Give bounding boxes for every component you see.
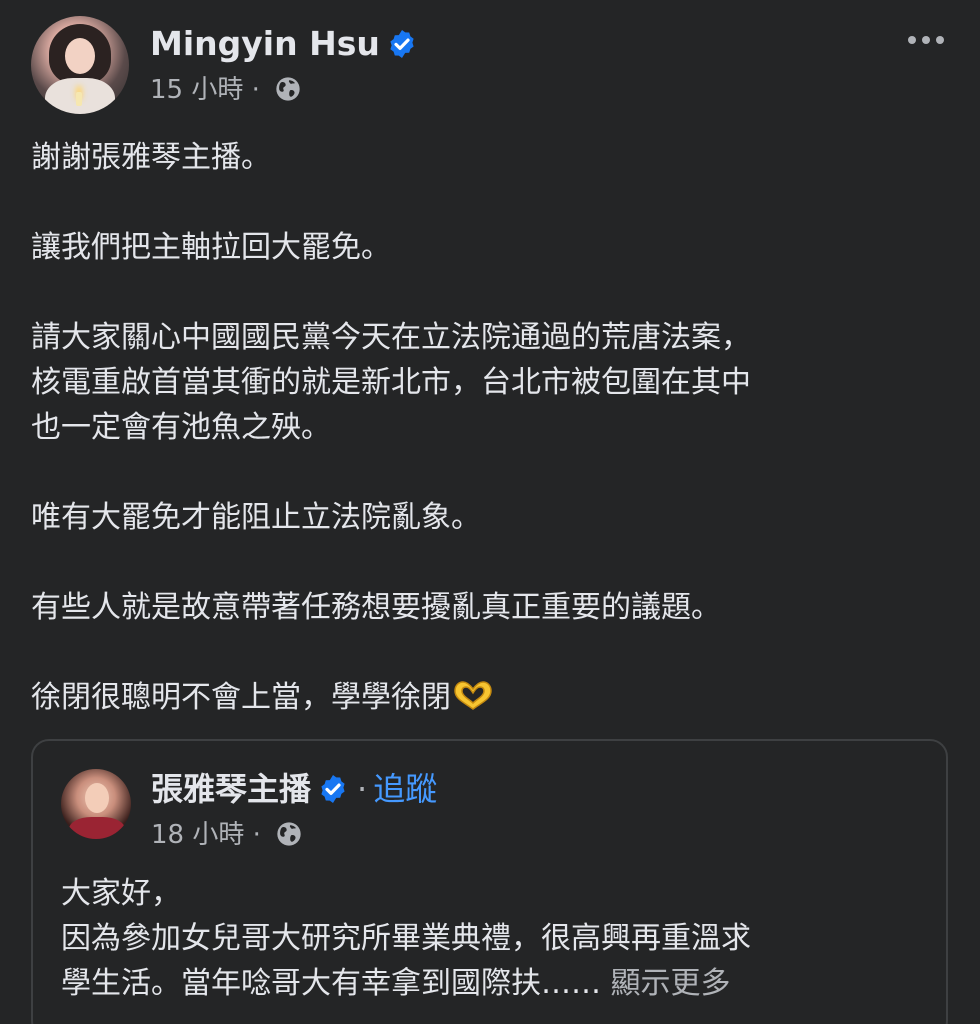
shared-author-row: 張雅琴主播 · 追蹤 [151,769,437,809]
post-paragraph: 謝謝張雅琴主播。 [31,140,271,175]
post-paragraph-text: 徐閉很聰明不會上當，學學徐閉 [31,680,451,715]
post-meta: 15 小時 · [150,72,302,108]
post-paragraph: 有些人就是故意帶著任務想要擾亂真正重要的議題。 [31,590,721,625]
post-body: 謝謝張雅琴主播。 讓我們把主軸拉回大罷免。 請大家關心中國國民黨今天在立法院通過… [31,135,951,720]
see-more-link[interactable]: 顯示更多 [611,966,731,1001]
shared-author-avatar[interactable] [61,769,131,839]
shared-post-time[interactable]: 18 小時 [151,820,244,850]
globe-icon [276,77,300,101]
post-paragraph: 讓我們把主軸拉回大罷免。 [31,230,391,265]
meta-separator: · [251,75,260,105]
shared-post-meta: 18 小時 · [151,817,303,853]
verified-badge-icon [390,30,414,58]
author-name-row: Mingyin Hsu [150,24,418,64]
meta-separator: · [252,820,261,850]
author-name[interactable]: Mingyin Hsu [150,24,380,63]
more-options-icon[interactable] [906,30,946,50]
shared-post-card[interactable]: 張雅琴主播 · 追蹤 18 小時 · 大家好， 因為參加女兒哥大研究所畢業典禮，很… [31,739,948,1024]
heart-hands-emoji [454,681,492,710]
shared-separator: · [357,770,368,808]
verified-badge-icon [321,775,345,803]
follow-button[interactable]: 追蹤 [373,770,437,808]
author-avatar[interactable] [31,16,129,114]
shared-post-text: 大家好， 因為參加女兒哥大研究所畢業典禮，很高興再重溫求 學生活。當年唸哥大有幸… [61,871,931,1006]
post-paragraph-last: 徐閉很聰明不會上當，學學徐閉 [31,675,951,720]
post-paragraph: 請大家關心中國國民黨今天在立法院通過的荒唐法案， 核電重啟首當其衝的就是新北市，… [31,320,751,445]
shared-author-name[interactable]: 張雅琴主播 [151,770,311,808]
post-time[interactable]: 15 小時 [150,75,243,105]
globe-icon [277,822,301,846]
facebook-post: Mingyin Hsu 15 小時 · 謝謝張雅琴主播。 讓我們把主軸拉回大罷免… [0,0,980,1024]
post-paragraph: 唯有大罷免才能阻止立法院亂象。 [31,500,481,535]
